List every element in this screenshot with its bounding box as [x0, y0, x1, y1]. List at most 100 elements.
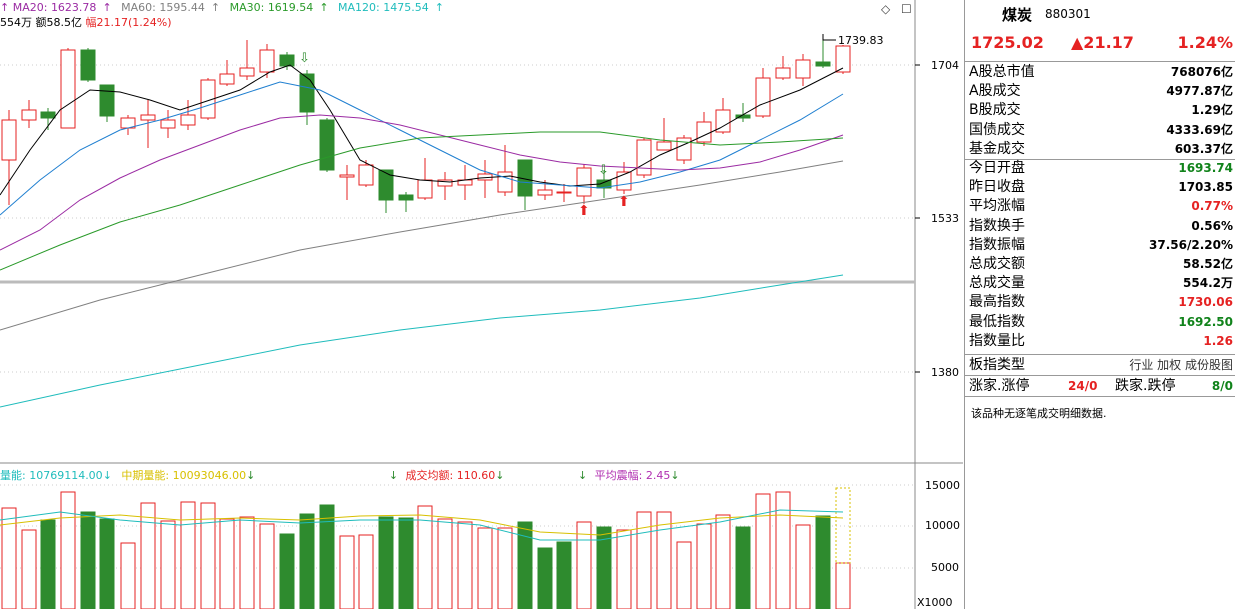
quote-row-value: 4977.87亿 [1166, 84, 1233, 99]
candle-body [576, 167, 592, 197]
peak-label: 1739.83 [838, 34, 884, 47]
quote-row: 昨日收盘 1703.85 [965, 177, 1235, 197]
ma-legend: ↑ MA20: 1623.78 ↑ MA60: 1595.44 ↑ MA30: 16… [0, 0, 450, 16]
volume-bar [417, 505, 433, 609]
price-tick-1704: 1704 [931, 59, 959, 72]
volume-bar [696, 523, 712, 609]
quote-line: 1725.02 ▲21.17 1.24% [969, 33, 1233, 55]
vol-tick-5000: 5000 [931, 561, 959, 574]
quote-row: 基金成交 603.37亿 [965, 139, 1235, 159]
volume-forecast-box [835, 487, 851, 564]
volume-bar [279, 533, 295, 609]
volume-bar [457, 521, 473, 609]
quote-row-value: 554.2万 [1183, 276, 1233, 291]
volume-bar [656, 511, 672, 609]
candle-body [60, 49, 76, 129]
quote-row-label: 指数量比 [969, 332, 1025, 349]
close-icon[interactable]: ☐ [901, 2, 912, 16]
candle-body [1, 119, 17, 161]
index-name: 煤炭 [1002, 6, 1033, 24]
quote-row-label: 最高指数 [969, 294, 1025, 311]
volume-bar [775, 491, 791, 609]
candle-body [556, 191, 572, 194]
volume-bar [477, 527, 493, 609]
index-type-label: 板指类型 [969, 357, 1025, 373]
quote-row-value: 1.26 [1203, 333, 1233, 348]
quote-row-label: 基金成交 [969, 140, 1025, 157]
volume-text: 554万 [0, 16, 32, 29]
quote-row: B股成交 1.29亿 [965, 100, 1235, 120]
volume-bar [99, 518, 115, 609]
quote-row-value: 603.37亿 [1174, 141, 1233, 156]
updown-row: 涨家.涨停 24/0 跌家.跌停 8/0 [965, 376, 1235, 396]
volume-legend: 量能: 10769114.00↓ 中期量能: 10093046.00↓ ↓ 成交… [0, 469, 680, 482]
volume-bar [795, 524, 811, 609]
volume-bar [219, 518, 235, 609]
no-tick-data-note: 该品种无逐笔成交明细数据. [971, 407, 1107, 420]
candle-body [40, 111, 56, 119]
quote-row: 平均涨幅 0.77% [965, 196, 1235, 216]
candle-body [696, 121, 712, 143]
quote-row: 今日开盘 1693.74 [965, 158, 1235, 178]
range-text: 幅21.17(1.24%) [85, 16, 172, 29]
price-change: ▲21.17 [1071, 33, 1134, 52]
quote-row-label: 总成交量 [969, 275, 1025, 292]
quote-row: 指数量比 1.26 [965, 331, 1235, 351]
candle-body [299, 73, 315, 113]
peak-pointer [822, 34, 836, 41]
volume-bar [319, 504, 335, 609]
volume-bar [576, 521, 592, 609]
candle-body [239, 67, 255, 77]
candle-body [497, 171, 513, 193]
down-arrow-icon: ⇩ [299, 51, 310, 66]
candle-body [160, 119, 176, 129]
candle-body [80, 49, 96, 81]
quote-row: 总成交额 58.52亿 [965, 254, 1235, 274]
candle-body [378, 169, 394, 201]
volume-bar [735, 526, 751, 609]
volume-bar [537, 547, 553, 609]
quote-row: 最低指数 1692.50 [965, 312, 1235, 332]
volume-bar [239, 516, 255, 609]
diamond-icon[interactable]: ◇ [881, 2, 890, 16]
quote-row-value: 0.77% [1191, 199, 1233, 214]
candle-body [279, 54, 295, 67]
quote-row-label: A股总市值 [969, 64, 1035, 80]
avg-amplitude-label: 平均震幅: 2.45 [594, 469, 671, 482]
quote-row: 最高指数 1730.06 [965, 292, 1235, 312]
volume-bar [60, 491, 76, 609]
candle-body [417, 179, 433, 199]
ma60-label: MA60: 1595.44 ↑ [121, 1, 221, 14]
vol-tick-10000: 10000 [925, 519, 960, 532]
candle-body [358, 164, 374, 186]
quote-row-value: 0.56% [1191, 218, 1233, 233]
index-type-values[interactable]: 行业 加权 成份股图 [1129, 356, 1233, 375]
volume-bar [437, 518, 453, 609]
volume-bar [21, 529, 37, 609]
candle-body [656, 141, 672, 151]
price-tick-1380: 1380 [931, 366, 959, 379]
quote-row: A股总市值 768076亿 [965, 62, 1235, 82]
candle-body [398, 194, 414, 201]
quote-panel: 煤炭 880301 1725.02 ▲21.17 1.24% A股总市值 7680… [964, 0, 1235, 609]
candle-body [795, 59, 811, 79]
down-count-value: 8/0 [1211, 379, 1233, 393]
candle-body [339, 174, 355, 178]
candle-body [636, 139, 652, 176]
volume-bar [259, 523, 275, 609]
volume-bar [40, 519, 56, 609]
candle-body [99, 84, 115, 117]
volume-summary: 554万 额58.5亿 幅21.17(1.24%) [0, 16, 172, 30]
volume-bar [120, 542, 136, 609]
up-arrow-icon: ⬆ [578, 203, 590, 219]
volume-bar [715, 514, 731, 609]
kline-chart[interactable]: 1739.83 ⇩ ⇩ ⬆ ⬆ [0, 0, 963, 609]
candle-body [775, 67, 791, 79]
quote-row-value: 1692.50 [1178, 314, 1233, 329]
candle-body [537, 189, 553, 196]
volume-bar [815, 515, 831, 609]
price-change-pct: 1.24% [1177, 33, 1233, 52]
kline-chart-area[interactable]: 1739.83 ⇩ ⇩ ⬆ ⬆ ↑ MA20: 1623.78 ↑ MA60: 1595.… [0, 0, 963, 609]
candle-body [219, 73, 235, 85]
volume-bar [835, 562, 851, 609]
